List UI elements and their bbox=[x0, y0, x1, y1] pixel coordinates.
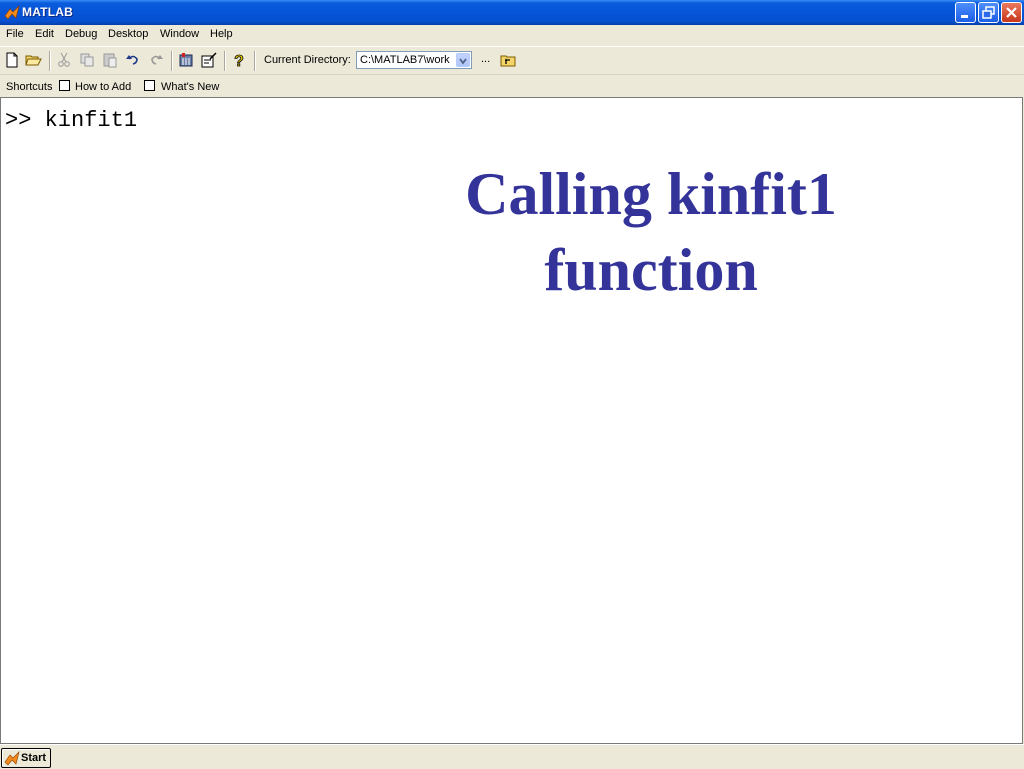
shortcut-arrow-icon bbox=[59, 80, 70, 91]
simulink-icon[interactable] bbox=[177, 51, 195, 69]
callout-line-2: function bbox=[544, 237, 758, 303]
menu-window[interactable]: Window bbox=[160, 28, 199, 40]
matlab-logo-icon bbox=[4, 751, 20, 766]
menu-help[interactable]: Help bbox=[210, 28, 233, 40]
shortcut-arrow-icon bbox=[144, 80, 155, 91]
minimize-button[interactable] bbox=[955, 2, 976, 23]
shortcuts-label: Shortcuts bbox=[6, 81, 53, 93]
title-bar[interactable]: MATLAB bbox=[0, 0, 1024, 25]
redo-icon[interactable] bbox=[147, 51, 165, 69]
close-button[interactable] bbox=[1001, 2, 1022, 23]
toolbar-separator bbox=[171, 51, 173, 71]
toolbar-separator bbox=[254, 51, 256, 71]
chevron-down-icon bbox=[459, 58, 467, 65]
parent-directory-icon[interactable] bbox=[499, 51, 517, 69]
command-line: >> kinfit1 bbox=[5, 108, 137, 133]
start-button[interactable]: Start bbox=[1, 748, 51, 768]
restore-icon bbox=[982, 6, 995, 19]
command-window[interactable]: >> kinfit1 Calling kinfit1 function bbox=[0, 97, 1023, 744]
open-folder-icon[interactable] bbox=[24, 51, 42, 69]
window-title: MATLAB bbox=[22, 5, 73, 19]
command-prompt: >> bbox=[5, 108, 32, 133]
menu-bar: File Edit Debug Desktop Window Help bbox=[0, 25, 1024, 45]
toolbar: ? Current Directory: C:\MATLAB7\work ... bbox=[0, 46, 1024, 74]
guide-icon[interactable] bbox=[200, 51, 218, 69]
slide-callout: Calling kinfit1 function bbox=[411, 156, 891, 308]
matlab-logo-icon bbox=[4, 5, 20, 20]
cut-icon[interactable] bbox=[55, 51, 73, 69]
current-directory-select[interactable]: C:\MATLAB7\work bbox=[356, 51, 472, 69]
shortcut-how-to-add[interactable]: How to Add bbox=[75, 81, 131, 93]
dropdown-button[interactable] bbox=[456, 53, 470, 67]
close-icon bbox=[1006, 7, 1017, 18]
svg-text:?: ? bbox=[234, 53, 244, 69]
menu-file[interactable]: File bbox=[6, 28, 24, 40]
undo-icon[interactable] bbox=[124, 51, 142, 69]
paste-icon[interactable] bbox=[101, 51, 119, 69]
menu-desktop[interactable]: Desktop bbox=[108, 28, 148, 40]
restore-button[interactable] bbox=[978, 2, 999, 23]
new-file-icon[interactable] bbox=[3, 51, 21, 69]
toolbar-separator bbox=[224, 51, 226, 71]
command-text: kinfit1 bbox=[44, 108, 138, 133]
start-label: Start bbox=[21, 752, 47, 764]
copy-icon[interactable] bbox=[78, 51, 96, 69]
browse-button[interactable]: ... bbox=[481, 53, 490, 65]
current-directory-value: C:\MATLAB7\work bbox=[360, 54, 450, 66]
help-icon[interactable]: ? bbox=[230, 51, 248, 69]
shortcut-whats-new[interactable]: What's New bbox=[161, 81, 219, 93]
menu-debug[interactable]: Debug bbox=[65, 28, 97, 40]
minimize-icon bbox=[961, 15, 968, 18]
shortcuts-bar: Shortcuts How to Add What's New bbox=[0, 74, 1024, 98]
callout-line-1: Calling kinfit1 bbox=[465, 161, 837, 227]
toolbar-separator bbox=[49, 51, 51, 71]
menu-edit[interactable]: Edit bbox=[35, 28, 54, 40]
current-directory-label: Current Directory: bbox=[264, 54, 351, 66]
status-bar: Start bbox=[0, 744, 1024, 769]
